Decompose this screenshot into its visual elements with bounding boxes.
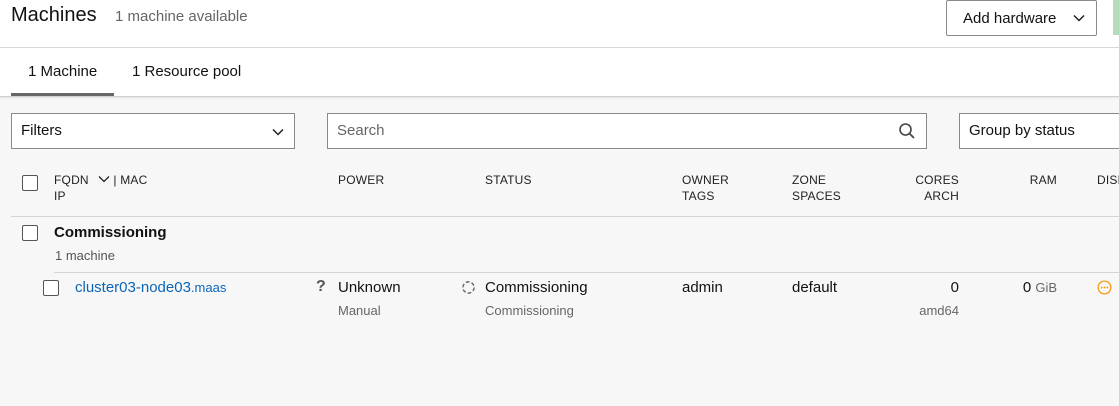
search-icon (899, 123, 915, 139)
group-divider (54, 272, 1119, 273)
machine-status-detail: Commissioning (485, 303, 574, 318)
machine-status[interactable]: Commissioning (485, 279, 588, 296)
column-header-cores[interactable]: CORES ARCH (900, 172, 959, 204)
fqdn-header-label: FQDN (54, 173, 89, 187)
power-type: Manual (338, 303, 381, 318)
warning-ellipsis-icon[interactable] (1097, 280, 1112, 295)
group-checkbox[interactable] (22, 225, 38, 241)
tags-header-label: TAGS (682, 189, 715, 203)
column-header-disks[interactable]: DISKS (1097, 172, 1119, 188)
power-unknown-icon: ? (316, 278, 326, 295)
select-all-checkbox[interactable] (22, 175, 38, 191)
arch-header-label: ARCH (924, 189, 959, 203)
spinner-icon (462, 281, 475, 294)
machine-cores: 0 (950, 279, 959, 296)
group-title: Commissioning (54, 224, 167, 241)
machine-hostname: cluster03-node03 (75, 279, 191, 296)
group-count: 1 machine (55, 248, 115, 263)
mac-header-label[interactable]: | MAC (113, 173, 147, 187)
machine-owner[interactable]: admin (682, 279, 723, 296)
cores-header-label: CORES (915, 173, 959, 187)
page-header: Machines 1 machine available Add hardwar… (0, 0, 1119, 48)
filters-dropdown[interactable]: Filters (11, 113, 295, 149)
add-hardware-button[interactable]: Add hardware (946, 0, 1097, 36)
page-title: Machines (11, 4, 97, 26)
ram-unit: GiB (1035, 280, 1057, 295)
zone-header-label: ZONE (792, 173, 827, 187)
column-header-ram[interactable]: RAM (1010, 172, 1057, 188)
search-placeholder: Search (337, 122, 385, 139)
machine-zone[interactable]: default (792, 279, 837, 296)
group-by-select[interactable]: Group by status (959, 113, 1119, 149)
chevron-down-icon (272, 128, 284, 136)
column-header-zone[interactable]: ZONE SPACES (792, 172, 841, 204)
column-header-owner[interactable]: OWNER TAGS (682, 172, 729, 204)
machine-domain: .maas (190, 280, 227, 295)
tab-resource-pools[interactable]: 1 Resource pool (115, 48, 258, 96)
machine-fqdn-link[interactable]: cluster03-node03.maas (75, 279, 226, 296)
machine-row-checkbox[interactable] (43, 280, 59, 296)
column-header-status[interactable]: STATUS (485, 172, 532, 188)
owner-header-label: OWNER (682, 173, 729, 187)
tab-machines[interactable]: 1 Machine (11, 48, 115, 96)
machine-ram: 0 GiB (990, 279, 1057, 296)
search-input[interactable]: Search (327, 113, 927, 149)
sort-chevron-icon[interactable] (98, 174, 110, 184)
chevron-down-icon (1073, 14, 1085, 22)
machine-count-subtitle: 1 machine available (115, 8, 248, 25)
column-header-power[interactable]: POWER (338, 172, 384, 188)
ram-value: 0 (1022, 279, 1032, 296)
side-panel-edge (1113, 0, 1119, 35)
power-state[interactable]: Unknown (338, 279, 401, 296)
group-by-label: Group by status (969, 122, 1075, 139)
ip-header-label: IP (54, 189, 66, 203)
header-divider (11, 216, 1119, 217)
spaces-header-label: SPACES (792, 189, 841, 203)
filters-label: Filters (21, 122, 62, 139)
tab-bar: 1 Machine 1 Resource pool (0, 48, 1119, 97)
machine-arch: amd64 (919, 303, 959, 318)
add-hardware-label: Add hardware (963, 9, 1057, 27)
column-header-fqdn[interactable]: FQDN | MAC IP (54, 172, 147, 204)
